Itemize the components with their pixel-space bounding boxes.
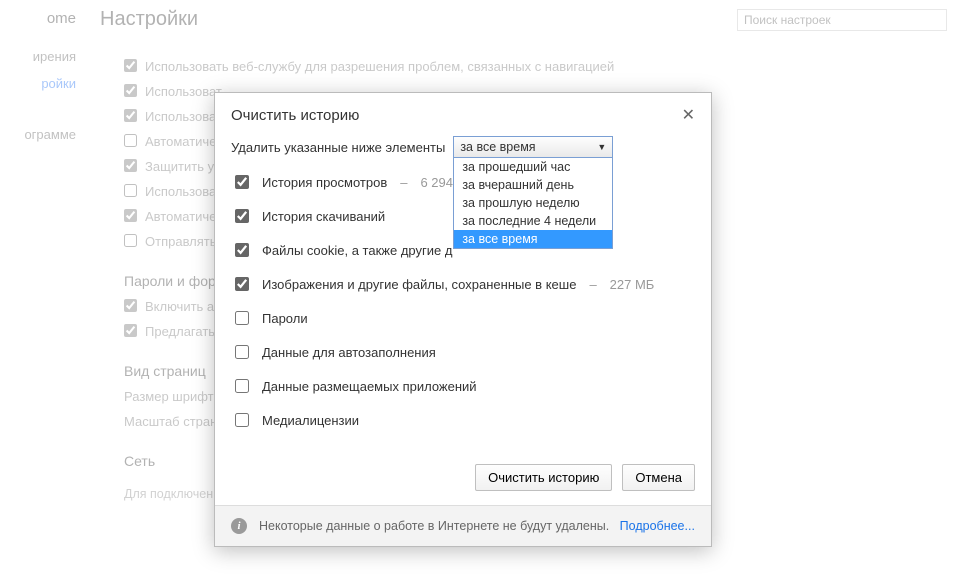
item-label: Файлы cookie, а также другие д xyxy=(262,243,452,258)
item-label: История просмотров xyxy=(262,175,387,190)
dropdown-option[interactable]: за прошедший час xyxy=(454,158,612,176)
close-icon[interactable]: ✕ xyxy=(682,108,695,124)
item-count: 6 294 xyxy=(420,175,453,190)
time-range-select[interactable]: за все время ▼ xyxy=(453,136,613,158)
item-checkbox-media-licenses[interactable] xyxy=(235,413,249,427)
item-label: Медиалицензии xyxy=(262,413,359,428)
dialog-prompt: Удалить указанные ниже элементы xyxy=(231,140,445,155)
dialog-title: Очистить историю xyxy=(231,107,359,124)
item-label: Пароли xyxy=(262,311,308,326)
item-checkbox-hosted-apps[interactable] xyxy=(235,379,249,393)
item-label: История скачиваний xyxy=(262,209,385,224)
time-range-dropdown: за прошедший час за вчерашний день за пр… xyxy=(453,157,613,249)
item-label: Данные размещаемых приложений xyxy=(262,379,477,394)
item-checkbox-cookies[interactable] xyxy=(235,243,249,257)
dropdown-option[interactable]: за последние 4 недели xyxy=(454,212,612,230)
learn-more-link[interactable]: Подробнее... xyxy=(620,519,695,533)
item-checkbox-passwords[interactable] xyxy=(235,311,249,325)
footer-text: Некоторые данные о работе в Интернете не… xyxy=(259,519,609,533)
item-label: Изображения и другие файлы, сохраненные … xyxy=(262,277,576,292)
dropdown-option[interactable]: за вчерашний день xyxy=(454,176,612,194)
cancel-button[interactable]: Отмена xyxy=(622,464,695,491)
clear-history-button[interactable]: Очистить историю xyxy=(475,464,612,491)
dropdown-option[interactable]: за прошлую неделю xyxy=(454,194,612,212)
clear-history-dialog: Очистить историю ✕ Удалить указанные ниж… xyxy=(214,92,712,547)
select-value: за все время xyxy=(460,140,535,154)
item-checkbox-browsing[interactable] xyxy=(235,175,249,189)
item-label: Данные для автозаполнения xyxy=(262,345,436,360)
item-checkbox-cache[interactable] xyxy=(235,277,249,291)
item-checkbox-autofill[interactable] xyxy=(235,345,249,359)
dropdown-option-selected[interactable]: за все время xyxy=(454,230,612,248)
chevron-down-icon: ▼ xyxy=(597,142,606,152)
item-size: 227 МБ xyxy=(610,277,655,292)
item-checkbox-downloads[interactable] xyxy=(235,209,249,223)
info-icon: i xyxy=(231,518,247,534)
